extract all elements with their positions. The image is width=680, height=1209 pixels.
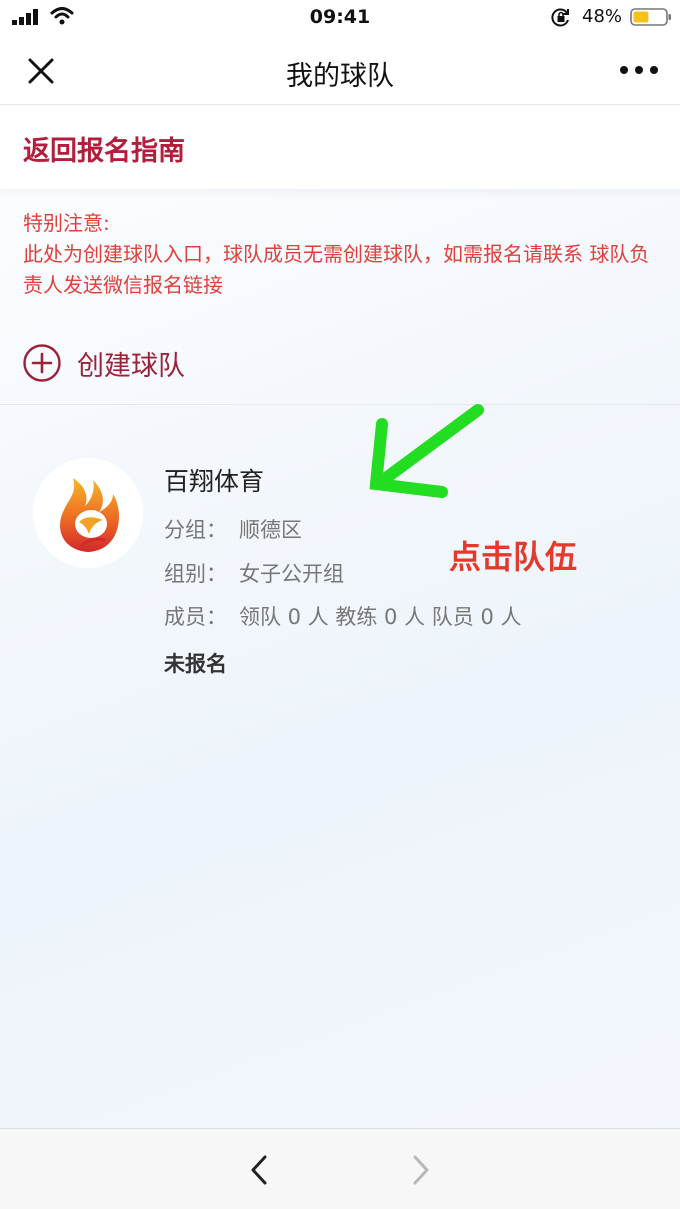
team-members-row: 成员： 领队 0 人 教练 0 人 队员 0 人	[164, 601, 521, 631]
green-arrow-icon	[369, 404, 484, 498]
team-group-value: 顺德区	[239, 518, 302, 542]
page-title: 我的球队	[286, 61, 394, 92]
team-members-label: 成员：	[164, 605, 227, 629]
team-status-badge: 未报名	[164, 652, 227, 676]
battery-icon	[630, 8, 671, 26]
battery-percent: 48%	[582, 6, 623, 27]
team-group-row: 分组： 顺德区	[164, 514, 302, 544]
team-category-value: 女子公开组	[239, 562, 344, 586]
status-bar: 09:41 48%	[0, 0, 680, 36]
nav-bar: 我的球队	[0, 36, 680, 105]
more-icon[interactable]	[618, 64, 660, 76]
create-team-label: 创建球队	[77, 351, 185, 382]
team-members-value: 领队 0 人 教练 0 人 队员 0 人	[239, 605, 522, 629]
back-arrow-icon[interactable]	[246, 1153, 272, 1187]
guide-bar: 返回报名指南	[0, 105, 680, 189]
status-time: 09:41	[309, 6, 371, 28]
special-notice: 特别注意: 此处为创建球队入口，球队成员无需创建球队，如需报名请联系 球队负责人…	[23, 208, 657, 301]
create-team-button[interactable]: 创建球队	[0, 326, 680, 405]
forward-arrow-icon[interactable]	[408, 1153, 434, 1187]
annotation-click-team: 点击队伍	[449, 538, 578, 576]
notice-body: 此处为创建球队入口，球队成员无需创建球队，如需报名请联系 球队负责人发送微信报名…	[23, 242, 650, 297]
notice-heading: 特别注意:	[23, 211, 110, 235]
team-category-label: 组别：	[164, 562, 227, 586]
team-group-label: 分组：	[164, 518, 227, 542]
mobile-screen: 09:41 48% 我的球队 返回报名指南 特别注意: 此处为创建球队入口，球队…	[0, 0, 680, 1209]
team-card[interactable]: 百翔体育 分组： 顺德区 组别： 女子公开组 成员： 领队 0 人 教练 0 人 队员…	[0, 440, 680, 700]
bottom-toolbar	[0, 1128, 680, 1209]
plus-circle-icon	[23, 344, 61, 382]
team-logo-icon	[60, 478, 119, 552]
lock-rotation-icon	[551, 8, 569, 27]
back-to-guide-link[interactable]: 返回报名指南	[23, 129, 185, 168]
team-name: 百翔体育	[164, 467, 265, 496]
team-logo	[33, 458, 143, 568]
team-category-row: 组别： 女子公开组	[164, 558, 344, 588]
